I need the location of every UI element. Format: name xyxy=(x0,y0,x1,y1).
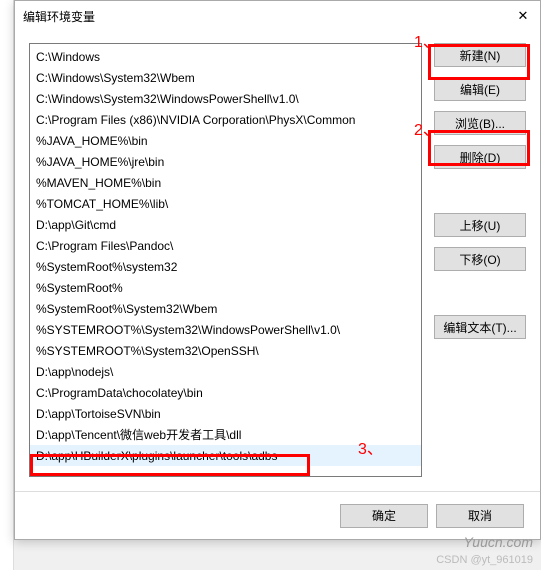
list-item[interactable]: D:\app\HBuilderX\plugins\launcher\tools\… xyxy=(30,445,421,466)
button-column: 新建(N) 编辑(E) 浏览(B)... 删除(D) 上移(U) 下移(O) 编… xyxy=(434,43,526,479)
titlebar: 编辑环境变量 ✕ xyxy=(15,1,540,31)
close-button[interactable]: ✕ xyxy=(512,5,534,27)
list-item[interactable]: %JAVA_HOME%\bin xyxy=(30,130,421,151)
move-down-button[interactable]: 下移(O) xyxy=(434,247,526,271)
cancel-button[interactable]: 取消 xyxy=(436,504,524,528)
delete-button[interactable]: 删除(D) xyxy=(434,145,526,169)
list-item[interactable]: %SystemRoot% xyxy=(30,277,421,298)
list-item[interactable]: %SystemRoot%\System32\Wbem xyxy=(30,298,421,319)
list-item[interactable]: %SYSTEMROOT%\System32\WindowsPowerShell\… xyxy=(30,319,421,340)
list-item[interactable]: C:\ProgramData\chocolatey\bin xyxy=(30,382,421,403)
ok-button[interactable]: 确定 xyxy=(340,504,428,528)
new-button[interactable]: 新建(N) xyxy=(434,43,526,67)
background-window-edge xyxy=(0,0,14,570)
dialog-footer: 确定 取消 xyxy=(15,491,540,539)
list-item[interactable]: %SystemRoot%\system32 xyxy=(30,256,421,277)
move-up-button[interactable]: 上移(U) xyxy=(434,213,526,237)
watermark-site: Yuucn.com xyxy=(463,534,533,550)
edit-env-var-dialog: 编辑环境变量 ✕ C:\WindowsC:\Windows\System32\W… xyxy=(14,0,541,540)
browse-button[interactable]: 浏览(B)... xyxy=(434,111,526,135)
list-item[interactable]: C:\Windows xyxy=(30,46,421,67)
list-item[interactable]: C:\Program Files (x86)\NVIDIA Corporatio… xyxy=(30,109,421,130)
close-icon: ✕ xyxy=(518,8,529,24)
edit-button[interactable]: 编辑(E) xyxy=(434,77,526,101)
path-listbox[interactable]: C:\WindowsC:\Windows\System32\WbemC:\Win… xyxy=(29,43,422,477)
dialog-content: C:\WindowsC:\Windows\System32\WbemC:\Win… xyxy=(15,31,540,491)
dialog-title: 编辑环境变量 xyxy=(23,8,95,25)
list-item[interactable]: C:\Program Files\Pandoc\ xyxy=(30,235,421,256)
list-item[interactable]: %SYSTEMROOT%\System32\OpenSSH\ xyxy=(30,340,421,361)
list-item[interactable]: C:\Windows\System32\WindowsPowerShell\v1… xyxy=(30,88,421,109)
list-item[interactable]: %MAVEN_HOME%\bin xyxy=(30,172,421,193)
list-item[interactable]: C:\Windows\System32\Wbem xyxy=(30,67,421,88)
list-item[interactable]: D:\app\Tencent\微信web开发者工具\dll xyxy=(30,424,421,445)
list-item[interactable]: D:\app\Git\cmd xyxy=(30,214,421,235)
list-item[interactable]: %JAVA_HOME%\jre\bin xyxy=(30,151,421,172)
list-item[interactable]: D:\app\TortoiseSVN\bin xyxy=(30,403,421,424)
watermark-csdn: CSDN @yt_961019 xyxy=(436,554,533,566)
list-item[interactable]: %TOMCAT_HOME%\lib\ xyxy=(30,193,421,214)
edit-text-button[interactable]: 编辑文本(T)... xyxy=(434,315,526,339)
list-item[interactable]: D:\app\nodejs\ xyxy=(30,361,421,382)
